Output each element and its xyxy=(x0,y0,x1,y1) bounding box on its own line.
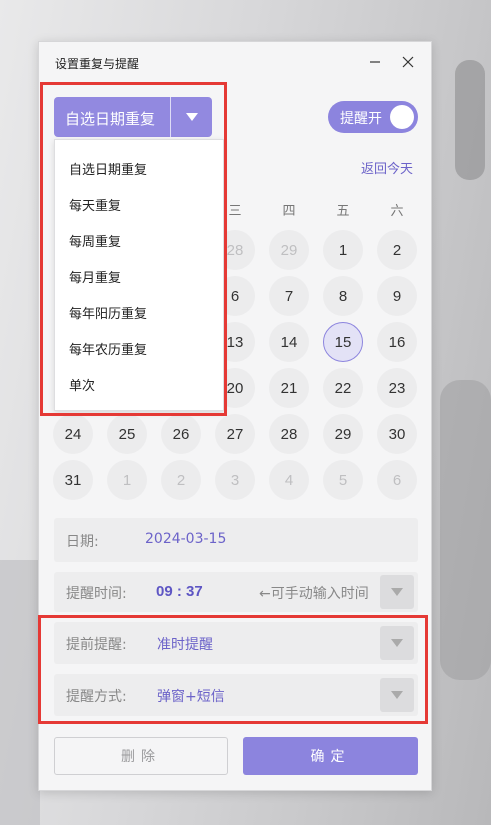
repeat-mode-value: 自选日期重复 xyxy=(65,110,156,128)
title-bar: 设置重复与提醒 xyxy=(39,42,431,82)
date-label: 日期: xyxy=(66,534,99,550)
calendar-day[interactable]: 5 xyxy=(323,460,363,500)
dropdown-option[interactable]: 每天重复 xyxy=(69,195,121,214)
date-field[interactable]: 日期: 2024-03-15 xyxy=(54,518,418,562)
toggle-knob xyxy=(390,105,414,129)
dropdown-option[interactable]: 单次 xyxy=(69,375,95,394)
dropdown-option[interactable]: 每周重复 xyxy=(69,231,121,250)
back-to-today-link[interactable]: 返回今天 xyxy=(361,158,413,177)
calendar-day[interactable]: 29 xyxy=(269,230,309,270)
delete-button[interactable]: 删除 xyxy=(54,737,228,775)
advance-reminder-field[interactable]: 提前提醒: 准时提醒 xyxy=(54,622,418,664)
advance-reminder-value: 准时提醒 xyxy=(157,637,213,653)
calendar-day[interactable]: 1 xyxy=(107,460,147,500)
calendar-day[interactable]: 15 xyxy=(323,322,363,362)
calendar-day[interactable]: 30 xyxy=(377,414,417,454)
caret-down-icon xyxy=(185,113,198,121)
close-button[interactable] xyxy=(396,50,420,74)
calendar-day[interactable]: 14 xyxy=(269,322,309,362)
time-separator: : xyxy=(176,583,182,600)
calendar-day[interactable]: 24 xyxy=(53,414,93,454)
calendar-day[interactable]: 4 xyxy=(269,460,309,500)
reminder-method-field[interactable]: 提醒方式: 弹窗+短信 xyxy=(54,674,418,716)
dropdown-option[interactable]: 每月重复 xyxy=(69,267,121,286)
repeat-mode-dropdown: 自选日期重复 每天重复 每周重复 每月重复 每年阳历重复 每年农历重复 单次 xyxy=(54,139,224,411)
dialog-title: 设置重复与提醒 xyxy=(55,57,140,71)
advance-reminder-label: 提前提醒: xyxy=(66,637,127,653)
minimize-button[interactable] xyxy=(363,50,387,74)
weekday-label: 四 xyxy=(282,204,296,219)
background-shape xyxy=(0,560,40,825)
weekday-label: 六 xyxy=(390,204,404,219)
calendar-day[interactable]: 16 xyxy=(377,322,417,362)
hour-input[interactable]: 09 xyxy=(156,583,173,600)
confirm-button[interactable]: 确定 xyxy=(243,737,418,775)
caret-down-icon xyxy=(391,588,403,596)
calendar-day[interactable]: 1 xyxy=(323,230,363,270)
dropdown-option[interactable]: 自选日期重复 xyxy=(69,159,147,178)
calendar-day[interactable]: 21 xyxy=(269,368,309,408)
calendar-day[interactable]: 26 xyxy=(161,414,201,454)
caret-down-icon xyxy=(391,639,403,647)
background-shape xyxy=(455,60,485,180)
date-value: 2024-03-15 xyxy=(145,531,227,547)
calendar-day[interactable]: 6 xyxy=(377,460,417,500)
reminder-time-field: 提醒时间: 09 : 37 ←可手动输入时间 xyxy=(54,572,418,612)
background-shape xyxy=(440,380,491,680)
calendar-day[interactable]: 31 xyxy=(53,460,93,500)
calendar-day[interactable]: 2 xyxy=(161,460,201,500)
minute-input[interactable]: 37 xyxy=(186,583,203,600)
reminder-method-value: 弹窗+短信 xyxy=(157,689,225,705)
repeat-dropdown-button[interactable] xyxy=(171,97,212,137)
reminder-toggle[interactable]: 提醒开 xyxy=(328,101,418,133)
dropdown-option[interactable]: 每年农历重复 xyxy=(69,339,147,358)
calendar-day[interactable]: 28 xyxy=(269,414,309,454)
minimize-icon xyxy=(370,61,380,63)
method-dropdown-button[interactable] xyxy=(380,678,414,712)
calendar-day[interactable]: 25 xyxy=(107,414,147,454)
calendar-day[interactable]: 2 xyxy=(377,230,417,270)
caret-down-icon xyxy=(391,691,403,699)
calendar-day[interactable]: 7 xyxy=(269,276,309,316)
calendar-day[interactable]: 3 xyxy=(215,460,255,500)
advance-dropdown-button[interactable] xyxy=(380,626,414,660)
repeat-mode-select[interactable]: 自选日期重复 xyxy=(54,97,212,137)
calendar-day[interactable]: 9 xyxy=(377,276,417,316)
calendar-day[interactable]: 23 xyxy=(377,368,417,408)
calendar-day[interactable]: 29 xyxy=(323,414,363,454)
reminder-time-label: 提醒时间: xyxy=(66,586,127,602)
dropdown-option[interactable]: 每年阳历重复 xyxy=(69,303,147,322)
weekday-label: 五 xyxy=(336,204,350,219)
calendar-day[interactable]: 8 xyxy=(323,276,363,316)
time-dropdown-button[interactable] xyxy=(380,575,414,609)
reminder-time-value[interactable]: 09 : 37 xyxy=(156,583,203,600)
calendar-day[interactable]: 22 xyxy=(323,368,363,408)
reminder-method-label: 提醒方式: xyxy=(66,689,127,705)
time-input-hint: ←可手动输入时间 xyxy=(259,586,369,602)
reminder-toggle-label: 提醒开 xyxy=(340,111,382,127)
calendar-day[interactable]: 27 xyxy=(215,414,255,454)
reminder-dialog: 设置重复与提醒 自选日期重复 提醒开 返回今天 三四五六 28 29 1 2 6 7 8 9 1… xyxy=(38,41,432,791)
close-icon xyxy=(402,56,414,68)
